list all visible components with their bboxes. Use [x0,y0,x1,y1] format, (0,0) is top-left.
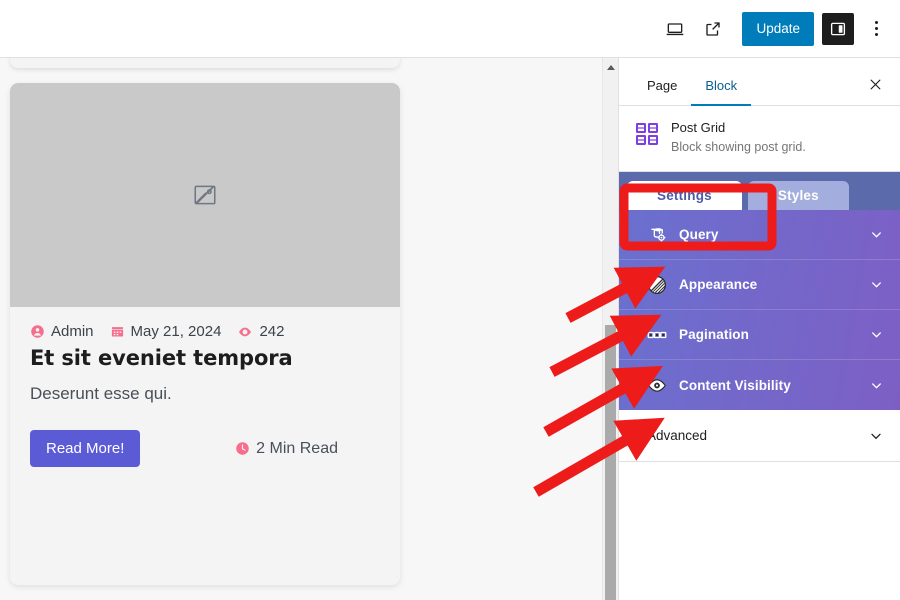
post-meta-row: Admin May 21, 2024 242 [30,323,380,340]
settings-accordion-list: Query Appearance Pagination Content Visi… [619,210,900,411]
appearance-paint-icon [647,275,667,295]
post-excerpt: Deserunt esse qui. [30,384,172,403]
chevron-down-icon[interactable] [869,227,884,242]
post-read-time-label: 2 Min Read [256,439,338,457]
editor-canvas: Admin May 21, 2024 242 Et sit eveniet te… [0,58,602,600]
pagination-dots-icon [647,325,667,345]
canvas-scrollbar[interactable] [602,58,618,600]
block-name: Post Grid [671,120,726,135]
post-title[interactable]: Et sit eveniet tempora [30,346,380,370]
previous-post-card-partial [10,58,400,68]
accordion-advanced-label: Advanced [647,428,708,444]
tab-page[interactable]: Page [633,78,691,105]
tab-styles[interactable]: Styles [747,181,849,211]
accordion-pagination[interactable]: Pagination [619,310,900,361]
accordion-appearance-label: Appearance [679,277,758,293]
block-summary-card: Post Grid Block showing post grid. [619,106,900,173]
clock-icon [235,441,250,456]
post-view-count: 242 [259,323,285,340]
accordion-appearance[interactable]: Appearance [619,260,900,311]
inspector-tab-bar: Page Block [619,58,900,106]
accordion-advanced[interactable]: Advanced [619,410,900,463]
read-more-button[interactable]: Read More! [30,430,141,467]
kebab-menu-icon[interactable] [860,10,892,48]
block-description: Block showing post grid. [671,140,806,154]
accordion-query-label: Query [679,227,719,243]
scroll-up-arrow-icon[interactable] [603,58,618,76]
post-date: May 21, 2024 [130,323,222,340]
tab-settings[interactable]: Settings [627,181,742,211]
app-root: Update Admin May 21, 2024 242 Et sit eve… [0,0,900,600]
post-card-body: Admin May 21, 2024 242 Et sit eveniet te… [10,307,400,467]
chevron-down-icon[interactable] [869,378,884,393]
post-read-time: 2 Min Read [235,440,338,458]
post-grid-card[interactable]: Admin May 21, 2024 242 Et sit eveniet te… [10,83,400,585]
close-icon[interactable] [860,69,890,99]
chevron-down-icon[interactable] [869,277,884,292]
calendar-icon [110,324,125,339]
editor-toolbar: Update [0,0,900,58]
post-thumbnail-placeholder [10,83,400,307]
external-link-icon[interactable] [694,10,732,48]
settings-sidebar-icon[interactable] [822,12,854,45]
laptop-icon[interactable] [656,10,694,48]
plugin-tab-bar: Settings Styles [619,172,900,211]
accordion-query[interactable]: Query [619,210,900,261]
user-icon [30,324,45,339]
accordion-content-visibility-label: Content Visibility [679,377,791,393]
update-button[interactable]: Update [742,11,814,46]
chevron-down-icon[interactable] [868,428,884,444]
post-card-footer: Read More! 2 Min Read [30,430,380,467]
tab-block[interactable]: Block [691,78,751,106]
eye-icon [237,324,253,340]
broken-image-icon [194,185,216,205]
post-grid-icon [635,122,659,146]
database-query-icon [647,225,667,245]
chevron-down-icon[interactable] [869,327,884,342]
block-summary-text: Post Grid Block showing post grid. [671,120,806,155]
post-author: Admin [51,323,94,340]
eye-icon [647,375,667,395]
plugin-settings-panel: Settings Styles Query Appearance Paginat… [619,172,900,411]
scrollbar-thumb[interactable] [605,325,616,600]
accordion-pagination-label: Pagination [679,327,750,343]
block-inspector-panel: Page Block Post Grid Block showing post … [618,58,900,600]
accordion-content-visibility[interactable]: Content Visibility [619,360,900,410]
